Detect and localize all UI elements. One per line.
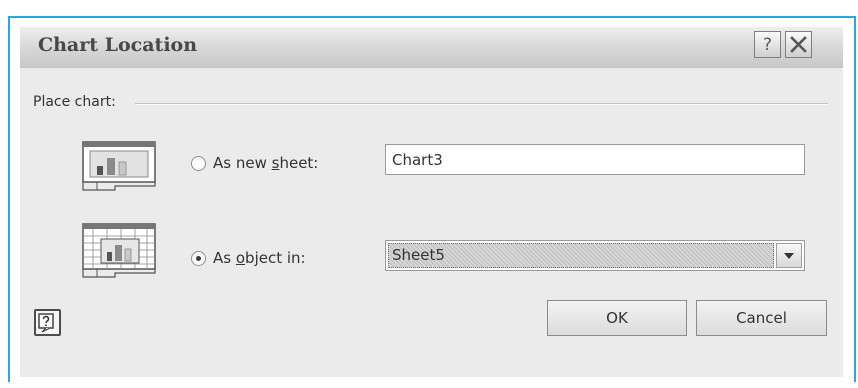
title-bar[interactable]: Chart Location ? [20,27,843,68]
question-mark-icon: ? [762,34,773,55]
object-in-sheet-select[interactable]: Sheet5 [385,240,805,271]
new-sheet-label[interactable]: As new sheet: [213,154,318,172]
object-in-label[interactable]: As object in: [213,249,306,267]
close-icon [790,36,807,53]
ok-button[interactable]: OK [547,300,687,336]
chart-sheet-icon [82,141,156,191]
embedded-chart-icon [82,223,156,278]
radio-object-in[interactable] [191,251,206,266]
dialog-title: Chart Location [38,34,198,56]
cancel-button[interactable]: Cancel [696,300,827,336]
sheet-select-field[interactable]: Sheet5 [388,243,774,268]
close-button[interactable] [785,31,812,58]
context-help-icon [38,313,54,333]
sheet-select-value: Sheet5 [392,246,445,264]
place-chart-group-label: Place chart: [33,94,116,110]
context-help-button[interactable] [34,309,61,336]
title-help-button[interactable]: ? [754,31,781,58]
chevron-down-icon[interactable] [776,243,802,268]
new-sheet-name-field[interactable] [386,145,792,174]
new-sheet-name-input[interactable] [385,144,805,175]
radio-new-sheet[interactable] [191,156,206,171]
chart-location-dialog: Chart Location ? Place chart: As new she… [20,27,843,377]
group-divider [135,103,828,105]
